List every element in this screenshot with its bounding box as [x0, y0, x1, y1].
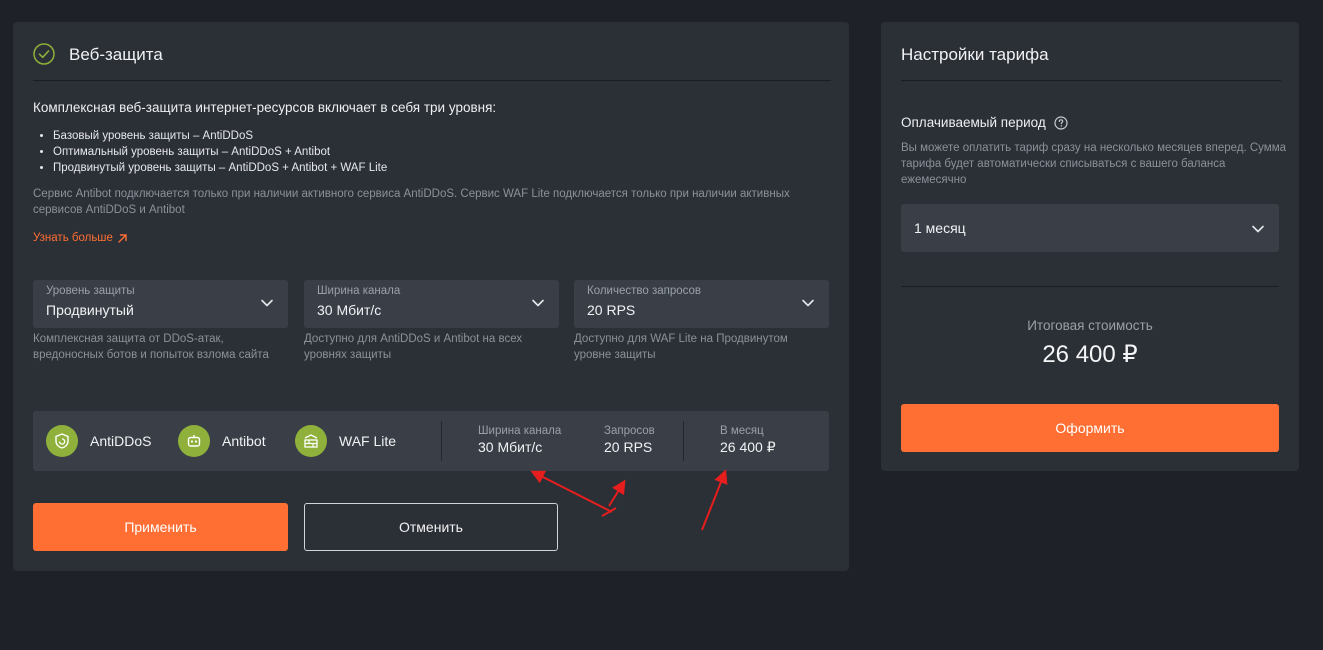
period-label-text: Оплачиваемый период [901, 115, 1046, 130]
field-hint: Комплексная защита от DDoS-атак, вредоно… [33, 333, 269, 361]
field-label: Ширина канала [317, 285, 401, 297]
field-value: 20 RPS [587, 302, 636, 318]
bandwidth-stat: Ширина канала 30 Мбит/с [478, 425, 561, 455]
protection-level-select[interactable]: Уровень защиты Продвинутый [33, 280, 288, 328]
field-value: 1 месяц [914, 220, 966, 236]
service-name: AntiDDoS [90, 433, 152, 449]
check-circle-icon [33, 43, 55, 65]
stat-value: 20 RPS [604, 439, 653, 455]
chevron-down-icon [1252, 225, 1264, 233]
stat-label: Запросов [604, 425, 655, 437]
shield-refresh-icon [46, 425, 78, 457]
robot-icon [178, 425, 210, 457]
arrow-up-right-icon [118, 233, 127, 243]
apply-button[interactable]: Применить [33, 503, 288, 551]
learn-more-label: Узнать больше [33, 232, 113, 244]
panel-header: Веб-защита [33, 22, 831, 81]
total-value: 26 400 ₽ [1042, 341, 1138, 368]
field-label: Уровень защиты [46, 285, 135, 297]
field-value: 30 Мбит/с [317, 302, 382, 318]
total-label: Итоговая стоимость [1027, 318, 1153, 333]
requests-select[interactable]: Количество запросов 20 RPS [574, 280, 829, 328]
list-item: Оптимальный уровень защиты – AntiDDoS + … [53, 144, 387, 160]
field-value: Продвинутый [46, 302, 134, 318]
service-antiddos: AntiDDoS [46, 425, 151, 457]
period-note: Вы можете оплатить тариф сразу на нескол… [901, 142, 1287, 186]
learn-more-link[interactable]: Узнать больше [33, 232, 128, 244]
service-antibot: Antibot [178, 425, 266, 457]
monthly-stat: В месяц 26 400 ₽ [720, 425, 776, 456]
divider [441, 421, 442, 461]
chevron-down-icon [532, 299, 544, 307]
help-icon[interactable] [1054, 115, 1068, 130]
field-hint: Доступно для AntiDDoS и Antibot на всех … [304, 333, 523, 361]
panel-title: Веб-защита [69, 45, 163, 64]
stat-label: В месяц [720, 425, 764, 437]
period-label: Оплачиваемый период [901, 115, 1068, 130]
list-item: Продвинутый уровень защиты – AntiDDoS + … [53, 160, 387, 176]
chevron-down-icon [802, 299, 814, 307]
field-hint: Доступно для WAF Lite на Продвинутом уро… [574, 333, 788, 361]
panel-title: Настройки тарифа [901, 45, 1049, 64]
panel-header: Настройки тарифа [901, 22, 1281, 81]
stat-label: Ширина канала [478, 425, 562, 437]
stat-value: 26 400 ₽ [720, 439, 776, 455]
cancel-button[interactable]: Отменить [304, 503, 558, 551]
field-label: Количество запросов [587, 285, 702, 297]
service-waf-lite: WAF Lite [295, 425, 396, 457]
levels-list: Базовый уровень защиты – AntiDDoS Оптима… [33, 128, 387, 176]
service-note: Сервис Antibot подключается только при н… [33, 188, 790, 216]
service-name: WAF Lite [339, 433, 397, 449]
requests-stat: Запросов 20 RPS [604, 425, 655, 455]
summary-bar: AntiDDoS Antibot WAF Lite Ширина канала … [33, 411, 829, 471]
period-select[interactable]: 1 месяц [901, 204, 1279, 252]
chevron-down-icon [261, 299, 273, 307]
web-protection-panel: Веб-защита Комплексная веб-защита интерн… [13, 22, 849, 571]
order-button[interactable]: Оформить [901, 404, 1279, 452]
list-item: Базовый уровень защиты – AntiDDoS [53, 128, 387, 144]
tariff-settings-panel: Настройки тарифа Оплачиваемый период Вы … [881, 22, 1299, 471]
divider [901, 286, 1279, 287]
firewall-icon [295, 425, 327, 457]
service-name: Antibot [222, 433, 266, 449]
divider [683, 421, 684, 461]
stat-value: 30 Мбит/с [478, 439, 543, 455]
intro-text: Комплексная веб-защита интернет-ресурсов… [33, 100, 497, 115]
bandwidth-select[interactable]: Ширина канала 30 Мбит/с [304, 280, 559, 328]
